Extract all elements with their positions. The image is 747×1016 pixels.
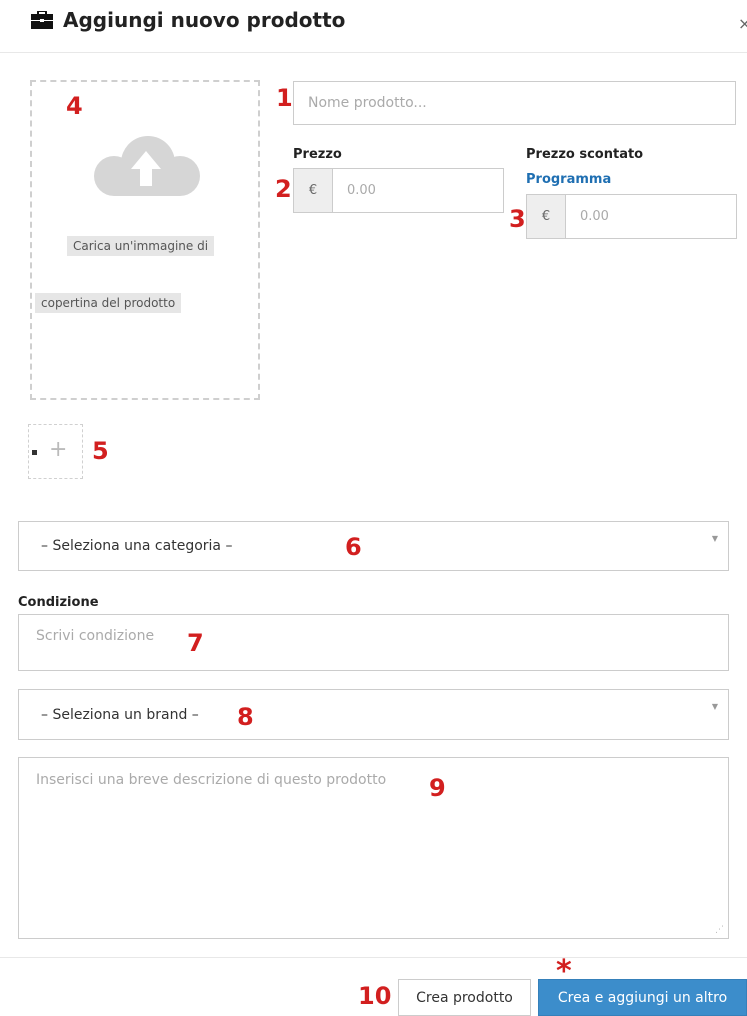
caret-down-icon: ▼ — [711, 702, 718, 711]
annotation-7: 7 — [187, 629, 204, 657]
annotation-4: 4 — [66, 92, 83, 120]
modal-title-text: Aggiungi nuovo prodotto — [63, 8, 346, 32]
close-button[interactable]: × — [738, 14, 747, 33]
product-name-input[interactable]: Nome prodotto... — [293, 81, 736, 125]
drag-handle-dot — [32, 450, 37, 455]
plus-icon: + — [49, 437, 68, 462]
resize-handle-icon[interactable]: ⋰ — [715, 925, 724, 935]
add-image-button[interactable]: + — [28, 424, 83, 479]
price-currency: € — [294, 169, 333, 212]
upload-text-line1: Carica un'immagine di — [67, 236, 215, 256]
discount-price-value[interactable]: 0.00 — [566, 195, 609, 238]
annotation-10: 10 — [358, 982, 392, 1010]
upload-text-line2: copertina del prodotto — [35, 293, 182, 313]
header-divider — [0, 52, 747, 53]
discount-price-label: Prezzo scontato — [526, 147, 644, 162]
discount-price-currency: € — [527, 195, 566, 238]
condition-input[interactable]: Scrivi condizione — [18, 614, 729, 671]
price-label: Prezzo — [293, 147, 342, 162]
annotation-8: 8 — [237, 703, 254, 731]
modal-title: Aggiungi nuovo prodotto — [31, 8, 345, 32]
category-select[interactable]: – Seleziona una categoria – ▼ — [18, 521, 729, 571]
create-product-button[interactable]: Crea prodotto — [398, 979, 531, 1016]
annotation-9: 9 — [429, 774, 446, 802]
schedule-link[interactable]: Programma — [526, 172, 611, 187]
category-select-value: – Seleziona una categoria – — [41, 538, 233, 554]
condition-label: Condizione — [18, 595, 99, 610]
brand-select-value: – Seleziona un brand – — [41, 706, 199, 723]
brand-select[interactable]: – Seleziona un brand – ▼ — [18, 689, 729, 740]
price-input[interactable]: € 0.00 — [293, 168, 504, 213]
briefcase-icon — [31, 11, 53, 29]
annotation-3: 3 — [509, 205, 526, 233]
annotation-2: 2 — [275, 175, 292, 203]
cloud-upload-icon — [94, 136, 200, 196]
description-placeholder: Inserisci una breve descrizione di quest… — [36, 772, 387, 788]
annotation-5: 5 — [92, 437, 109, 465]
discount-price-input[interactable]: € 0.00 — [526, 194, 737, 239]
caret-down-icon: ▼ — [711, 534, 718, 543]
price-value[interactable]: 0.00 — [333, 169, 376, 212]
annotation-star: * — [556, 954, 572, 989]
annotation-6: 6 — [345, 533, 362, 561]
description-textarea[interactable]: Inserisci una breve descrizione di quest… — [18, 757, 729, 939]
annotation-1: 1 — [276, 84, 293, 112]
footer-divider — [0, 957, 747, 958]
